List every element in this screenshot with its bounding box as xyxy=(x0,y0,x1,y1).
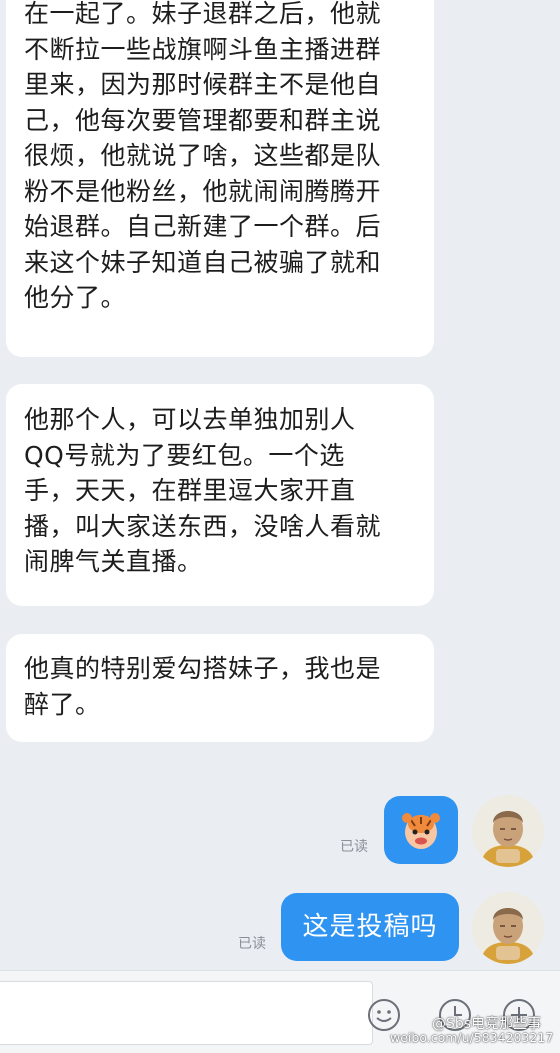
watermark-url: weibo.com/u/5834203217 xyxy=(390,1030,554,1045)
tiger-face-sticker-icon xyxy=(402,813,440,849)
avatar[interactable] xyxy=(472,795,544,867)
message-bubble-sent[interactable]: 这是投稿吗 xyxy=(281,893,459,961)
sent-sticker-bubble[interactable] xyxy=(384,796,458,864)
buddha-statue-avatar-icon xyxy=(472,795,544,867)
avatar[interactable] xyxy=(472,892,544,964)
message-bubble-received[interactable]: 他真的特别爱勾搭妹子，我也是 醉了。 xyxy=(6,634,434,742)
message-bubble-received[interactable]: 他那个人，可以去单独加别人 QQ号就为了要红包。一个选 手，天天，在群里逗大家开… xyxy=(6,384,434,606)
emoji-icon[interactable] xyxy=(366,997,402,1033)
buddha-statue-avatar-icon xyxy=(472,892,544,964)
message-text: 他那个人，可以去单独加别人 QQ号就为了要红包。一个选 手，天天，在群里逗大家开… xyxy=(24,405,382,576)
message-input[interactable] xyxy=(0,981,373,1045)
read-receipt: 已读 xyxy=(238,936,266,952)
message-text: 在一起了。妹子退群之后，他就 不断拉一些战旗啊斗鱼主播进群 里来，因为那时候群主… xyxy=(24,0,382,312)
read-receipt: 已读 xyxy=(340,839,368,855)
message-text: 他真的特别爱勾搭妹子，我也是 醉了。 xyxy=(24,654,382,719)
message-bubble-received[interactable]: 在一起了。妹子退群之后，他就 不断拉一些战旗啊斗鱼主播进群 里来，因为那时候群主… xyxy=(6,0,434,357)
message-text: 这是投稿吗 xyxy=(302,912,438,942)
